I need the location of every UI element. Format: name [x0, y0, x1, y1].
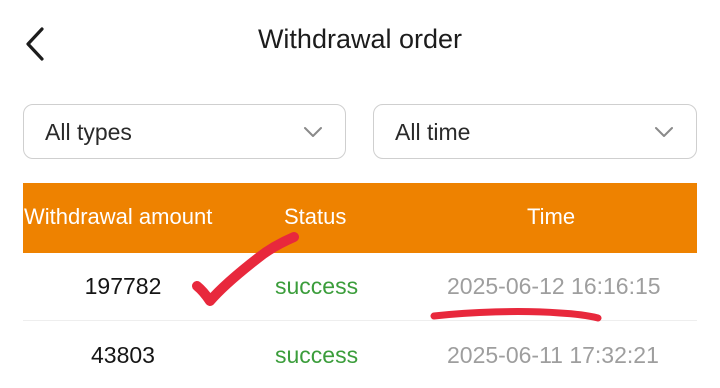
type-filter-dropdown[interactable]: All types — [23, 104, 346, 159]
time-filter-dropdown[interactable]: All time — [373, 104, 697, 159]
status-cell: success — [275, 342, 359, 368]
table-row[interactable]: 197782 success 2025-06-12 16:16:15 — [23, 253, 697, 321]
page-title: Withdrawal order — [257, 24, 463, 54]
amount-cell: 197782 — [84, 273, 162, 299]
amount-cell: 43803 — [91, 342, 155, 368]
status-cell: success — [275, 273, 359, 299]
type-filter-value: All types — [45, 119, 132, 145]
time-cell: 2025-06-11 17:32:21 — [447, 342, 659, 368]
column-header-amount: Withdrawal amount — [24, 204, 213, 229]
withdrawal-order-screen: Withdrawal order All types All time With… — [0, 0, 720, 388]
table-header: Withdrawal amount Status Time — [23, 183, 697, 253]
time-cell: 2025-06-12 16:16:15 — [447, 273, 661, 299]
column-header-status: Status — [284, 204, 347, 229]
top-bar: Withdrawal order — [0, 0, 720, 86]
chevron-down-icon — [655, 127, 673, 137]
time-filter-value: All time — [395, 119, 471, 145]
table-row[interactable]: 43803 success 2025-06-11 17:32:21 — [23, 322, 697, 388]
column-header-time: Time — [527, 204, 576, 229]
chevron-down-icon — [304, 127, 322, 137]
